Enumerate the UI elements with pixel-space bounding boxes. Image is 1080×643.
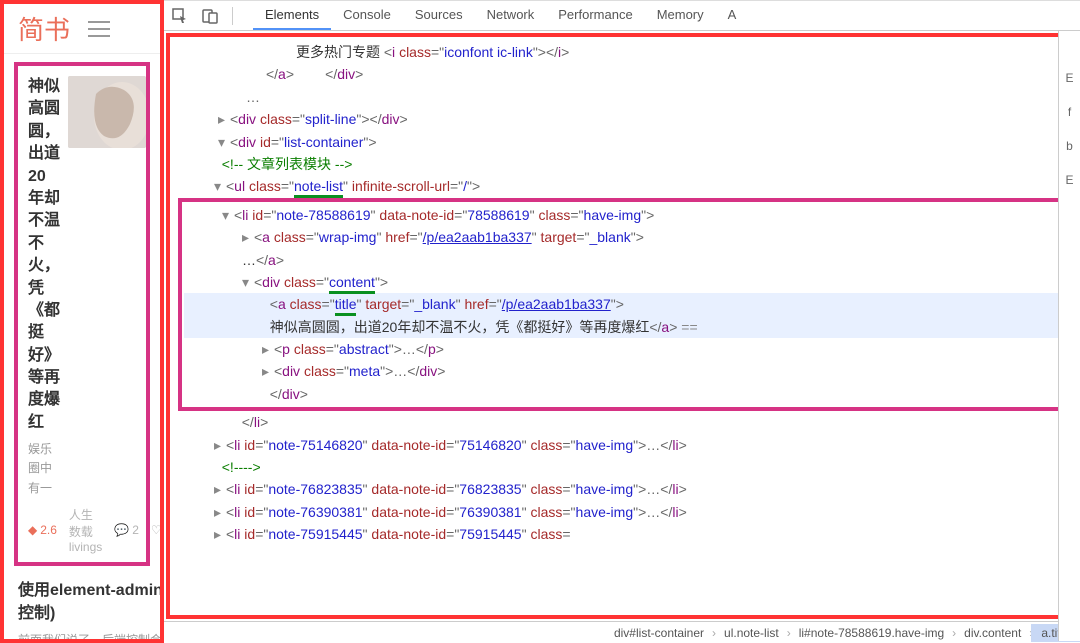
author-name[interactable]: 人生数载livings [69,506,102,554]
dom-breadcrumb[interactable]: div#list-container ul.note-list li#note-… [164,621,1080,643]
inspect-icon[interactable] [172,8,188,24]
dom-text-node[interactable]: 神似高圆圆，出道20年却不温不火，凭《都挺好》等再度爆红</a> == [184,316,1058,338]
dom-node[interactable]: ▾<div class="content"> [184,271,1058,293]
tab-network[interactable]: Network [475,1,547,30]
devtools-tabs: Elements Console Sources Network Perform… [253,1,748,30]
tab-elements[interactable]: Elements [253,1,331,30]
dom-node[interactable]: ▾<ul class="note-list" infinite-scroll-u… [176,175,1066,197]
diamond-icon: ◆ 2.6 [28,523,57,537]
crumb-item[interactable]: li#note-78588619.have-img [789,624,954,642]
article-item[interactable]: 使用element-admin 实现动态路由(后端控制) 前面我们说了，后端控制… [18,566,146,643]
device-toggle-icon[interactable] [202,8,218,24]
article-meta: ◆ 2.6 人生数载livings 💬 2 ♡ 9 [28,506,136,554]
article-item[interactable]: 神似高圆圆，出道20年却不温不火，凭《都挺好》等再度爆红 娱乐圈中有一些明星虽然… [14,62,150,566]
devtools-toolbar: Elements Console Sources Network Perform… [164,1,1080,31]
dom-tree[interactable]: 更多热门专题 <i class="iconfont ic-link"></i> … [166,33,1076,619]
dom-node-selected[interactable]: <a class="title" target="_blank" href="/… [184,293,1058,315]
crumb-item[interactable]: div#list-container [604,624,714,642]
tab-console[interactable]: Console [331,1,403,30]
selected-dom-region: ▾<li id="note-78588619" data-note-id="78… [178,198,1064,412]
site-logo[interactable]: 简书 [18,10,70,47]
dom-node[interactable]: ▸<a class="wrap-img" href="/p/ea2aab1ba3… [184,226,1058,271]
tab-more[interactable]: A [716,1,749,30]
dom-node: </li> [176,411,1066,433]
article-title[interactable]: 使用element-admin 实现动态路由(后端控制) [18,580,164,625]
dom-node[interactable]: ▸<li id="note-75146820" data-note-id="75… [176,434,1066,456]
like-count: ♡ 9 [151,523,164,537]
hamburger-icon[interactable] [88,21,110,37]
tab-performance[interactable]: Performance [546,1,644,30]
dom-node[interactable]: ▾<li id="note-78588619" data-note-id="78… [184,204,1058,226]
article-thumbnail[interactable] [68,76,146,148]
dom-node[interactable]: ▸<div class="split-line"></div> [176,108,1066,130]
dom-node[interactable]: ▾<div id="list-container"> [176,131,1066,153]
dom-comment: <!-- 文章列表模块 --> [176,153,1066,175]
website-panel: 简书 神似高圆圆，出道20年却不温不火，凭《都挺好》等再度爆红 娱乐圈中有一些明… [0,0,164,643]
article-list: 神似高圆圆，出道20年却不温不火，凭《都挺好》等再度爆红 娱乐圈中有一些明星虽然… [4,62,160,643]
dom-node[interactable]: ▸<p class="abstract">…</p> [184,338,1058,360]
devtools-panel: Elements Console Sources Network Perform… [164,0,1080,643]
dom-node[interactable]: ▸<li id="note-76823835" data-note-id="76… [176,478,1066,500]
styles-sidebar-fragment: E f b E [1058,31,1080,641]
dom-comment: <!----> [176,456,1066,478]
tab-sources[interactable]: Sources [403,1,475,30]
article-title[interactable]: 神似高圆圆，出道20年却不温不火，凭《都挺好》等再度爆红 [28,76,60,434]
crumb-item[interactable]: ul.note-list [714,624,789,642]
tab-memory[interactable]: Memory [645,1,716,30]
comment-count: 💬 2 [114,523,139,537]
site-nav: 简书 [4,4,160,54]
dom-node[interactable]: ▸<li id="note-76390381" data-note-id="76… [176,501,1066,523]
dom-node[interactable]: ▸<li id="note-75915445" data-note-id="75… [176,523,1066,545]
article-abstract: 前面我们说了，后端控制会相对安全一些。参考了https://www.cnblog… [18,631,164,643]
crumb-item[interactable]: div.content [954,624,1031,642]
dom-node: </div> [184,383,1058,405]
dom-node[interactable]: ▸<div class="meta">…</div> [184,360,1058,382]
article-abstract: 娱乐圈中有一些明星虽然长相相似，但是事业发展的高度却没法相提并论，就像高圆和高圆… [28,440,60,498]
